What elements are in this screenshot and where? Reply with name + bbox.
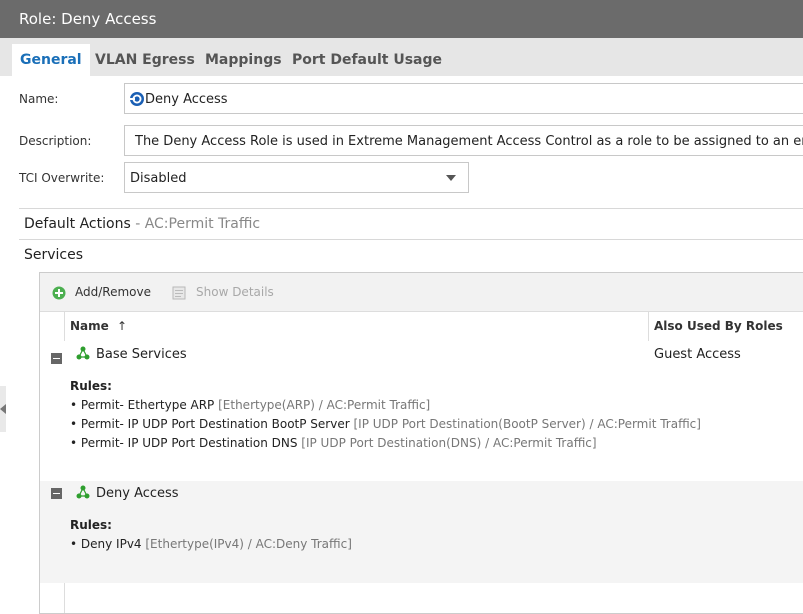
rules-heading: Rules:	[70, 379, 112, 393]
services-heading: Services	[24, 247, 84, 263]
column-header-also-used[interactable]: Also Used By Roles	[654, 319, 783, 333]
role-icon	[130, 92, 144, 106]
services-grid-header: Name ↑ Also Used By Roles	[40, 311, 803, 342]
chevron-left-icon	[0, 404, 6, 414]
tab-general[interactable]: General	[12, 44, 90, 76]
name-value: Deny Access	[145, 92, 228, 107]
tab-mappings[interactable]: Mappings	[205, 52, 282, 68]
column-separator	[64, 312, 65, 341]
rules-heading: Rules:	[70, 518, 112, 532]
collapse-icon[interactable]	[51, 488, 62, 499]
add-icon	[52, 286, 66, 300]
tab-vlan-egress[interactable]: VLAN Egress	[95, 52, 195, 68]
divider	[19, 239, 803, 240]
rule-item: • Permit- IP UDP Port Destination DNS [I…	[70, 436, 597, 450]
description-label: Description:	[19, 134, 92, 148]
rule-item: • Deny IPv4 [Ethertype(IPv4) / AC:Deny T…	[70, 537, 352, 551]
window-title: Role: Deny Access	[19, 10, 157, 28]
tci-overwrite-select[interactable]: Disabled	[124, 162, 469, 193]
service-row-deny-access[interactable]: Deny Access Rules: • Deny IPv4 [Ethertyp…	[40, 481, 803, 583]
services-toolbar: Add/Remove Show Details	[40, 273, 803, 311]
rule-item: • Permit- Ethertype ARP [Ethertype(ARP) …	[70, 398, 430, 412]
tab-port-default-usage[interactable]: Port Default Usage	[292, 52, 442, 68]
chevron-down-icon[interactable]	[446, 175, 456, 181]
name-label: Name:	[19, 92, 59, 106]
sort-ascending-icon: ↑	[116, 319, 128, 333]
collapse-handle[interactable]	[0, 386, 6, 432]
rule-detail: [Ethertype(ARP) / AC:Permit Traffic]	[214, 398, 431, 412]
column-header-name[interactable]: Name ↑	[70, 319, 127, 333]
tci-overwrite-label: TCI Overwrite:	[19, 171, 105, 185]
service-icon	[76, 346, 90, 360]
rule-text: • Permit- IP UDP Port Destination DNS	[70, 436, 298, 450]
also-used-by: Guest Access	[654, 347, 741, 362]
rule-text: • Permit- IP UDP Port Destination BootP …	[70, 417, 350, 431]
description-field[interactable]: The Deny Access Role is used in Extreme …	[124, 125, 803, 156]
service-name: Deny Access	[96, 486, 179, 501]
services-panel: Add/Remove Show Details Name ↑ Also Used…	[39, 272, 803, 614]
rule-text: • Deny IPv4	[70, 537, 142, 551]
add-remove-label: Add/Remove	[75, 285, 151, 299]
column-separator[interactable]	[648, 312, 649, 341]
service-name: Base Services	[96, 347, 187, 362]
rule-text: • Permit- Ethertype ARP	[70, 398, 215, 412]
tab-bar: General VLAN Egress Mappings Port Defaul…	[0, 38, 803, 76]
default-actions-heading: Default Actions - AC:Permit Traffic	[24, 216, 260, 232]
default-actions-value: AC:Permit Traffic	[144, 216, 261, 232]
divider	[19, 208, 803, 209]
service-row-base-services[interactable]: Base Services Guest Access Rules: • Perm…	[40, 341, 803, 481]
name-field[interactable]: Deny Access	[124, 83, 803, 114]
rule-detail: [IP UDP Port Destination(DNS) / AC:Permi…	[297, 436, 597, 450]
service-icon	[76, 485, 90, 499]
default-actions-separator: -	[130, 216, 145, 232]
collapse-icon[interactable]	[51, 353, 62, 364]
details-icon	[172, 286, 186, 300]
window-titlebar: Role: Deny Access	[0, 0, 803, 38]
rule-item: • Permit- IP UDP Port Destination BootP …	[70, 417, 701, 431]
default-actions-label: Default Actions	[24, 216, 131, 232]
column-name-label: Name	[70, 319, 109, 333]
description-value: The Deny Access Role is used in Extreme …	[135, 134, 803, 149]
tci-overwrite-value: Disabled	[130, 171, 187, 186]
rule-detail: [IP UDP Port Destination(BootP Server) /…	[349, 417, 701, 431]
show-details-label: Show Details	[196, 285, 274, 299]
rule-detail: [Ethertype(IPv4) / AC:Deny Traffic]	[141, 537, 352, 551]
